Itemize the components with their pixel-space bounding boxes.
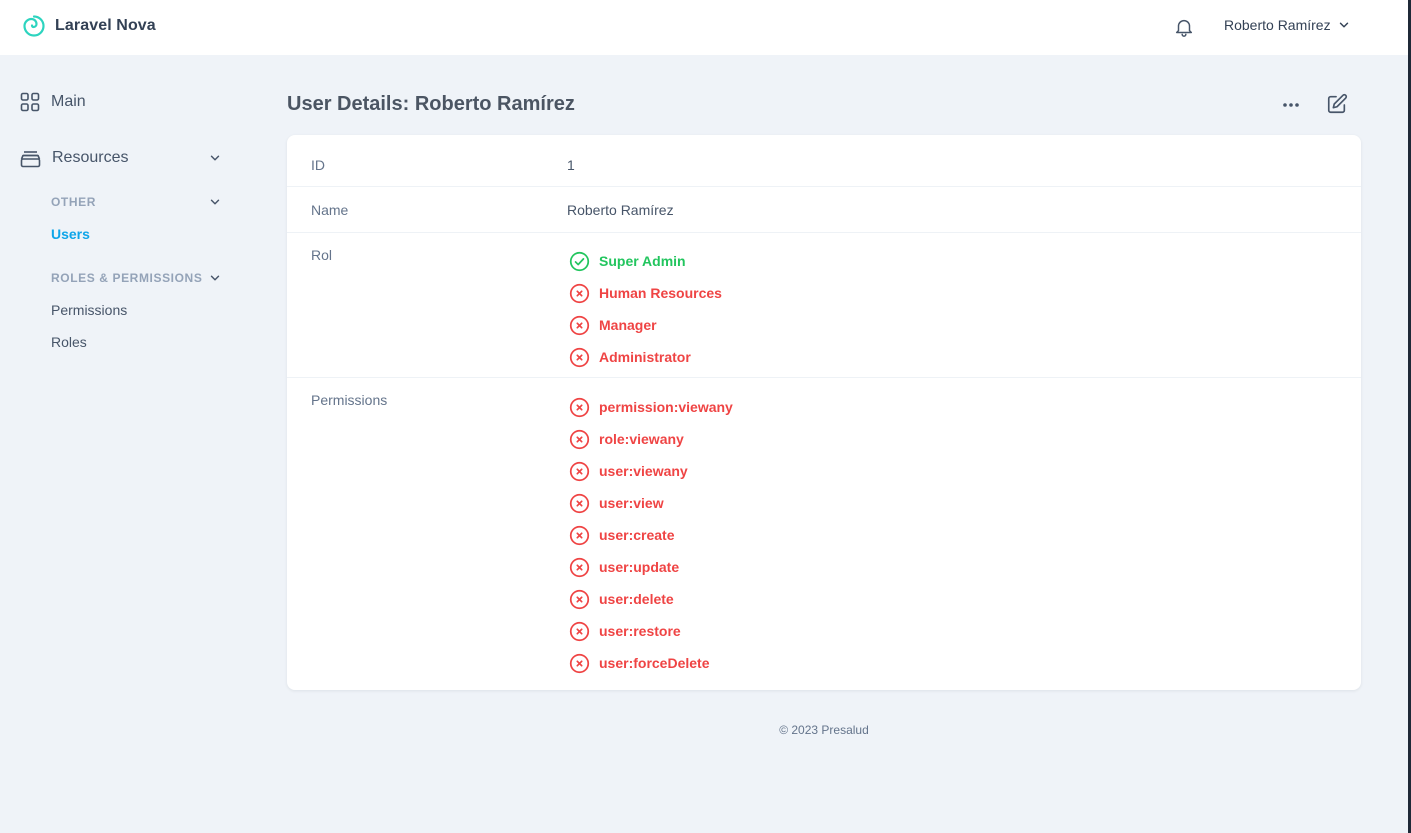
detail-row-name: Name Roberto Ramírez (287, 187, 1361, 233)
role-label: Administrator (599, 349, 691, 365)
chevron-down-icon (210, 275, 220, 281)
role-label: Super Admin (599, 253, 686, 269)
sidebar-group-other[interactable]: OTHER (51, 195, 222, 209)
app-name: Laravel Nova (55, 17, 156, 34)
role-item: Super Admin (569, 245, 722, 277)
x-circle-icon (569, 589, 590, 610)
x-circle-icon (569, 283, 590, 304)
x-circle-icon (569, 621, 590, 642)
page-title: User Details: Roberto Ramírez (287, 93, 575, 115)
permission-label: role:viewany (599, 431, 684, 447)
role-item: Administrator (569, 341, 722, 373)
x-circle-icon (569, 493, 590, 514)
field-value: Roberto Ramírez (567, 202, 674, 218)
brand-logo[interactable]: Laravel Nova (22, 14, 156, 38)
x-circle-icon (569, 397, 590, 418)
sidebar-item-roles[interactable]: Roles (51, 334, 87, 350)
field-label: Rol (311, 247, 333, 263)
permission-item: user:view (569, 487, 733, 519)
detail-row-rol: Rol Super Admin Human Resources Manager Adm… (287, 233, 1361, 378)
field-label: Name (311, 202, 349, 218)
sidebar-item-label: Resources (52, 149, 129, 166)
permission-item: role:viewany (569, 423, 733, 455)
sidebar-group-label: ROLES & PERMISSIONS (51, 271, 203, 285)
ellipsis-icon (1283, 103, 1299, 107)
permission-item: user:restore (569, 615, 733, 647)
permission-label: user:viewany (599, 463, 688, 479)
footer-copyright: © 2023 Presalud (779, 723, 869, 737)
permission-item: user:delete (569, 583, 733, 615)
pencil-square-icon (1327, 93, 1348, 114)
x-circle-icon (569, 347, 590, 368)
x-circle-icon (569, 653, 590, 674)
role-label: Manager (599, 317, 657, 333)
permission-label: user:view (599, 495, 664, 511)
x-circle-icon (569, 461, 590, 482)
grid-icon (20, 92, 40, 112)
permission-item: user:update (569, 551, 733, 583)
permission-item: user:viewany (569, 455, 733, 487)
permission-label: user:update (599, 559, 680, 575)
permission-label: user:forceDelete (599, 655, 710, 671)
edit-button[interactable] (1326, 93, 1348, 115)
check-circle-icon (569, 251, 590, 272)
role-item: Manager (569, 309, 722, 341)
detail-row-permissions: Permissions permission:viewany role:viewa… (287, 378, 1361, 690)
permission-label: user:restore (599, 623, 681, 639)
sidebar-item-permissions[interactable]: Permissions (51, 302, 127, 318)
bell-icon (1175, 19, 1193, 37)
permission-label: permission:viewany (599, 399, 733, 415)
permission-item: permission:viewany (569, 391, 733, 423)
sidebar-item-label: Main (51, 93, 86, 110)
x-circle-icon (569, 557, 590, 578)
chevron-down-icon (210, 199, 220, 205)
permissions-list: permission:viewany role:viewany user:viewa… (569, 391, 733, 679)
x-circle-icon (569, 525, 590, 546)
top-header: Laravel Nova Roberto Ramírez (0, 0, 1408, 55)
chevron-down-icon (210, 155, 220, 161)
role-item: Human Resources (569, 277, 722, 309)
permission-item: user:forceDelete (569, 647, 733, 679)
nova-logo-icon (23, 15, 45, 37)
field-value: 1 (567, 157, 575, 173)
permission-item: user:create (569, 519, 733, 551)
user-name: Roberto Ramírez (1224, 17, 1331, 33)
x-circle-icon (569, 429, 590, 450)
archive-icon (20, 151, 41, 168)
user-menu[interactable]: Roberto Ramírez (1224, 17, 1351, 33)
sidebar-group-roles-permissions[interactable]: ROLES & PERMISSIONS (51, 271, 222, 285)
field-label: Permissions (311, 392, 388, 408)
roles-list: Super Admin Human Resources Manager Adminis… (569, 245, 722, 373)
sidebar-item-main[interactable]: Main (20, 92, 86, 112)
sidebar-item-resources[interactable]: Resources (20, 148, 222, 168)
permission-label: user:delete (599, 591, 674, 607)
notifications-bell[interactable] (1173, 16, 1195, 38)
role-label: Human Resources (599, 285, 722, 301)
detail-row-id: ID 1 (287, 135, 1361, 187)
sidebar-item-users[interactable]: Users (51, 226, 90, 242)
permission-label: user:create (599, 527, 675, 543)
more-actions-button[interactable] (1280, 95, 1302, 115)
sidebar-group-label: OTHER (51, 195, 96, 209)
field-label: ID (311, 157, 325, 173)
chevron-down-icon (1339, 22, 1348, 28)
x-circle-icon (569, 315, 590, 336)
user-details-card: ID 1 Name Roberto Ramírez Rol Super Admi… (287, 135, 1361, 690)
